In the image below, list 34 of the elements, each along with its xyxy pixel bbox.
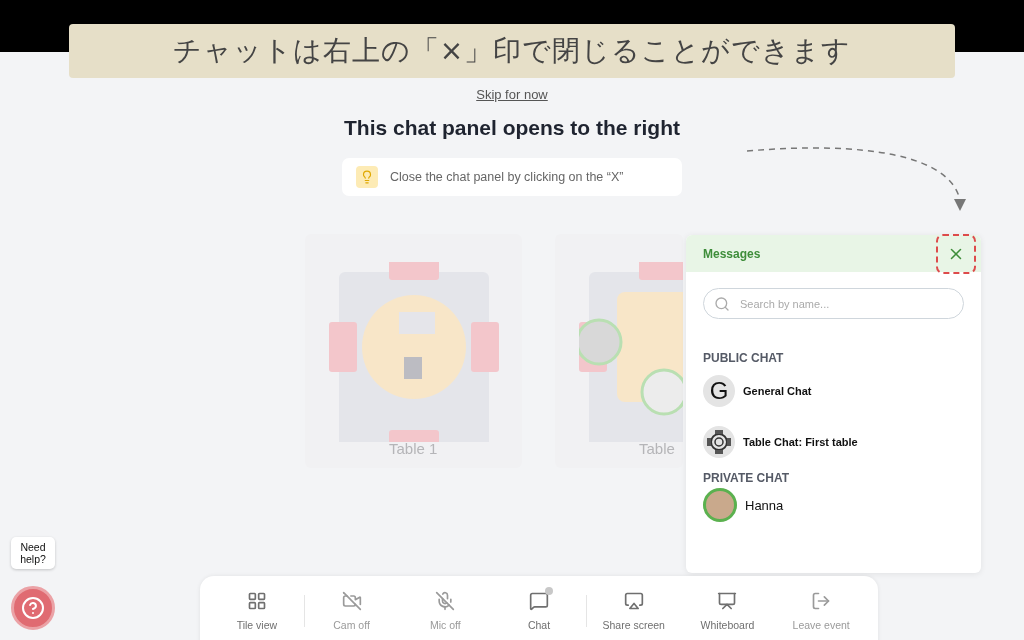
table-icon [703,425,735,458]
chat-name[interactable]: Hanna [745,497,784,513]
skip-link[interactable]: Skip for now [476,87,548,102]
chat-name[interactable]: Table Chat: First table [743,435,858,448]
table-label: Table 1 [389,440,438,457]
camera-off-icon [341,591,362,611]
whiteboard-icon [717,591,738,611]
letter-avatar: G [703,374,735,407]
chat-icon [529,591,549,611]
grid-icon [246,591,267,611]
notification-badge [545,587,553,595]
search-icon [714,295,730,312]
tip-text: Close the chat panel by clicking on the “X” [390,170,624,184]
exit-icon [811,591,832,611]
section-title: PRIVATE CHAT [703,471,790,485]
close-button[interactable] [936,233,976,274]
help-tooltip: Need help? [11,537,55,569]
chat-name[interactable]: General Chat [743,384,812,397]
panel-title: Messages [703,246,761,261]
help-button[interactable] [11,586,55,630]
toolbar-button[interactable]: Tile view [210,591,304,631]
help-icon [21,596,45,620]
mic-off-icon [435,591,456,611]
toolbar-button[interactable]: Share screen [586,591,681,631]
search-input[interactable]: Search by name... [738,296,938,311]
instruction-banner: チャットは右上の「×」印で閉じることができます [69,24,955,78]
section-title: PUBLIC CHAT [703,351,785,365]
toolbar-button[interactable]: Chat [492,591,586,631]
heading: This chat panel opens to the right [344,116,680,140]
toolbar-button[interactable]: Whiteboard [680,591,775,631]
user-avatar [703,488,737,522]
screen-share-icon [623,591,644,611]
lightbulb-icon [356,166,378,188]
table-label: Table [639,440,675,457]
